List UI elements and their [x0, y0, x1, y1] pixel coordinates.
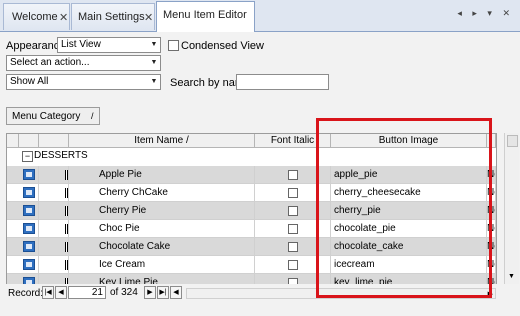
tab-nav-buttons[interactable]: ◂ ▸ ▾ ✕	[457, 8, 514, 19]
font-italic-checkbox[interactable]	[288, 170, 298, 180]
close-icon[interactable]: ✕	[144, 11, 153, 24]
sort-icon: /	[185, 135, 189, 146]
search-input[interactable]	[236, 74, 329, 90]
column-header-label: Item Name	[134, 135, 184, 146]
font-italic-checkbox[interactable]	[288, 206, 298, 216]
record-number-input[interactable]: 21	[68, 286, 106, 299]
edit-icon[interactable]	[23, 259, 35, 270]
column-header-barcode	[39, 134, 69, 148]
chevron-down-icon: ▼	[150, 59, 158, 66]
close-icon[interactable]: ✕	[59, 11, 68, 24]
edit-icon[interactable]	[23, 223, 35, 234]
scroll-down-icon[interactable]: ▼	[508, 273, 515, 280]
row-edit-cell[interactable]	[7, 166, 39, 184]
font-italic-checkbox[interactable]	[288, 188, 298, 198]
tab-label: Main Settings	[78, 11, 145, 23]
tab-main-settings[interactable]: Main Settings ✕	[71, 3, 155, 30]
column-header-label: Font Italic	[270, 135, 315, 146]
prev-record-icon[interactable]: ◀	[55, 286, 67, 299]
first-record-icon[interactable]: |◀	[42, 286, 54, 299]
item-name-cell[interactable]: Ice Cream	[69, 256, 255, 274]
row-edit-cell[interactable]	[7, 184, 39, 202]
group-by-label: Menu Category	[12, 111, 81, 122]
tab-welcome[interactable]: Welcome ✕	[3, 3, 70, 30]
collapse-icon[interactable]: −	[22, 151, 33, 162]
font-italic-checkbox[interactable]	[288, 260, 298, 270]
row-edit-cell[interactable]	[7, 220, 39, 238]
highlight-box	[316, 118, 492, 298]
condensed-view-checkbox[interactable]	[168, 40, 179, 51]
edit-icon[interactable]	[23, 169, 35, 180]
tab-label: Welcome	[12, 11, 58, 23]
row-edit-cell[interactable]	[7, 202, 39, 220]
column-header-icon	[19, 134, 39, 148]
tab-menu-item-editor[interactable]: Menu Item Editor	[156, 1, 255, 32]
item-name-cell[interactable]: Cherry ChCake	[69, 184, 255, 202]
tab-label: Menu Item Editor	[163, 9, 247, 21]
tab-strip: Welcome ✕ Main Settings ✕ Menu Item Edit…	[0, 0, 520, 32]
edit-icon[interactable]	[23, 205, 35, 216]
appearance-select[interactable]: List View ▼	[57, 37, 161, 53]
record-label: Record:	[8, 288, 44, 299]
scroll-thumb[interactable]	[507, 135, 518, 147]
next-record-icon[interactable]: ▶	[144, 286, 156, 299]
group-by-box[interactable]: Menu Category /	[6, 107, 100, 125]
row-edit-cell[interactable]	[7, 256, 39, 274]
item-name-cell[interactable]: Cherry Pie	[69, 202, 255, 220]
group-label: DESSERTS	[34, 150, 88, 161]
edit-icon[interactable]	[23, 187, 35, 198]
sort-icon: /	[91, 111, 94, 121]
new-record-icon[interactable]: ◀	[170, 286, 182, 299]
chevron-down-icon: ▼	[150, 41, 158, 48]
row-edit-cell[interactable]	[7, 238, 39, 256]
appearance-value: List View	[61, 39, 101, 50]
edit-icon[interactable]	[23, 241, 35, 252]
chevron-down-icon: ▼	[150, 78, 158, 85]
font-italic-checkbox[interactable]	[288, 224, 298, 234]
action-value: Select an action...	[10, 57, 90, 68]
font-italic-checkbox[interactable]	[288, 242, 298, 252]
last-record-icon[interactable]: ▶|	[157, 286, 169, 299]
record-total: of 324	[110, 287, 138, 298]
row-indicator-header	[7, 134, 19, 148]
show-filter-select[interactable]: Show All ▼	[6, 74, 161, 90]
item-name-cell[interactable]: Choc Pie	[69, 220, 255, 238]
action-select[interactable]: Select an action... ▼	[6, 55, 161, 71]
condensed-view-label: Condensed View	[181, 40, 264, 52]
vertical-scrollbar[interactable]: ▼	[504, 133, 519, 286]
column-header-item-name[interactable]: Item Name /	[69, 134, 255, 148]
item-name-cell[interactable]: Chocolate Cake	[69, 238, 255, 256]
show-filter-value: Show All	[10, 76, 49, 87]
item-name-cell[interactable]: Apple Pie	[69, 166, 255, 184]
